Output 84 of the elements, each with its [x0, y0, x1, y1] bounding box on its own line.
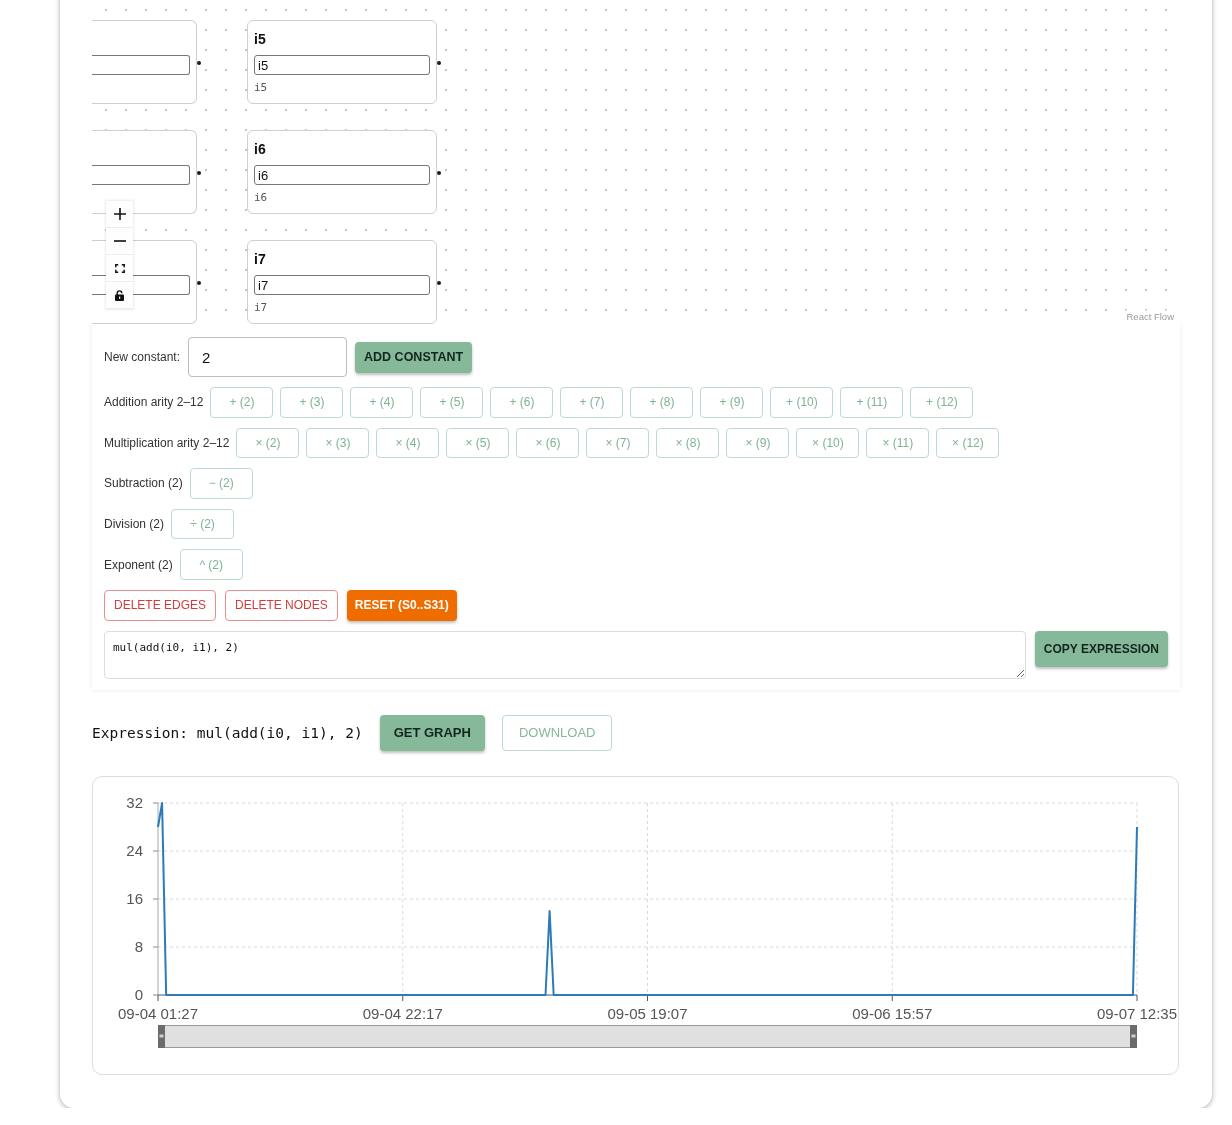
action-button[interactable]: RESET (S0..S31): [346, 589, 457, 621]
node-input[interactable]: [92, 55, 190, 75]
operator-button[interactable]: + (2): [210, 387, 274, 418]
add-constant-button[interactable]: ADD CONSTANT: [355, 341, 473, 373]
operator-button[interactable]: × (12): [936, 427, 1000, 459]
x-axis-label: 09-07 12:35: [1096, 1004, 1178, 1022]
operator-button[interactable]: × (3): [306, 427, 370, 459]
operator-button[interactable]: + (12): [910, 387, 974, 418]
row-label: Multiplication arity 2–12: [104, 435, 230, 450]
flow-node[interactable]: i5 i5 i5: [247, 20, 437, 104]
x-axis-label: 09-04 22:17: [362, 1004, 443, 1022]
y-axis-label: 0: [134, 985, 143, 1003]
expression-text: Expression: mul(add(i0, i1), 2): [92, 724, 363, 741]
node-caption: i7: [254, 301, 269, 315]
row-label: Subtraction (2): [104, 476, 183, 491]
operator-button[interactable]: × (10): [796, 427, 860, 459]
operator-button[interactable]: × (4): [376, 427, 440, 459]
operator-button[interactable]: × (5): [446, 427, 510, 459]
operator-button[interactable]: + (9): [700, 387, 764, 418]
fit-view-button[interactable]: [106, 255, 133, 282]
action-button[interactable]: DELETE EDGES: [104, 589, 217, 621]
x-axis-label: 09-06 15:57: [852, 1004, 933, 1022]
flow-node[interactable]: [92, 130, 197, 214]
operator-button[interactable]: × (2): [236, 427, 300, 459]
y-axis-label: 32: [126, 793, 143, 811]
x-axis-label: 09-04 01:27: [117, 1004, 199, 1022]
node-title: i5: [254, 30, 267, 48]
y-axis-label: 8: [134, 937, 143, 955]
handle-dot-icon[interactable]: [437, 281, 441, 285]
operator-button[interactable]: + (11): [840, 387, 904, 418]
operator-button[interactable]: × (11): [866, 427, 930, 459]
constant-input[interactable]: 2: [188, 337, 348, 377]
corner-brackets-icon: [114, 263, 125, 273]
node-input[interactable]: i6: [254, 165, 430, 185]
operator-button[interactable]: × (6): [516, 427, 580, 459]
flow-node[interactable]: i6 i6 i6: [247, 130, 437, 214]
operator-button[interactable]: × (8): [656, 427, 720, 459]
operator-button[interactable]: + (8): [630, 387, 694, 418]
operator-button[interactable]: − (2): [189, 468, 253, 499]
row-label: Exponent (2): [104, 557, 173, 572]
field-label: New constant:: [104, 350, 181, 364]
operator-button[interactable]: + (4): [350, 387, 414, 418]
handle-dot-icon[interactable]: [197, 281, 201, 285]
node-input[interactable]: [92, 165, 190, 185]
lock-button[interactable]: [106, 282, 133, 309]
x-axis-label: 09-05 19:07: [607, 1004, 688, 1022]
y-axis-label: 24: [126, 841, 143, 859]
handle-dot-icon[interactable]: [437, 171, 441, 175]
attribution-link[interactable]: React Flow: [1124, 310, 1176, 323]
zoom-out-button[interactable]: [106, 228, 133, 255]
copy-button[interactable]: COPY EXPRESSION: [1034, 630, 1168, 667]
minus-icon: [113, 240, 126, 242]
plus-icon: [113, 208, 126, 220]
action-button[interactable]: GET GRAPH: [379, 714, 485, 751]
expression-textarea[interactable]: mul(add(i0, i1), 2): [104, 630, 1026, 679]
node-input[interactable]: i5: [254, 55, 430, 75]
action-button[interactable]: DELETE NODES: [225, 589, 338, 621]
flow-node[interactable]: i7 i7 i7: [247, 240, 437, 324]
operator-button[interactable]: + (7): [560, 387, 624, 418]
node-title: i7: [254, 250, 267, 268]
handle-dot-icon[interactable]: [197, 61, 201, 65]
row-label: Addition arity 2–12: [104, 395, 204, 410]
y-axis-label: 16: [126, 889, 143, 907]
operator-button[interactable]: + (6): [490, 387, 554, 418]
operator-button[interactable]: × (7): [586, 427, 650, 459]
slider-handle[interactable]: [1130, 1024, 1137, 1048]
operator-button[interactable]: + (5): [420, 387, 484, 418]
action-button[interactable]: DOWNLOAD: [501, 714, 613, 751]
flow-node[interactable]: [92, 20, 197, 104]
node-caption: i6: [254, 191, 269, 205]
handle-dot-icon[interactable]: [197, 171, 201, 175]
node-input[interactable]: i7: [254, 275, 430, 295]
operator-button[interactable]: + (3): [280, 387, 344, 418]
slider-handle[interactable]: [158, 1024, 165, 1048]
range-slider-track[interactable]: [158, 1024, 1137, 1048]
handle-dot-icon[interactable]: [437, 61, 441, 65]
operator-button[interactable]: ÷ (2): [171, 508, 234, 540]
node-title: i6: [254, 140, 267, 158]
row-label: Division (2): [104, 517, 164, 532]
zoom-in-button[interactable]: [106, 201, 133, 228]
operator-button[interactable]: ^ (2): [179, 549, 243, 580]
operator-button[interactable]: + (10): [770, 387, 834, 418]
operator-button[interactable]: × (9): [726, 427, 790, 459]
node-caption: i5: [254, 81, 269, 95]
